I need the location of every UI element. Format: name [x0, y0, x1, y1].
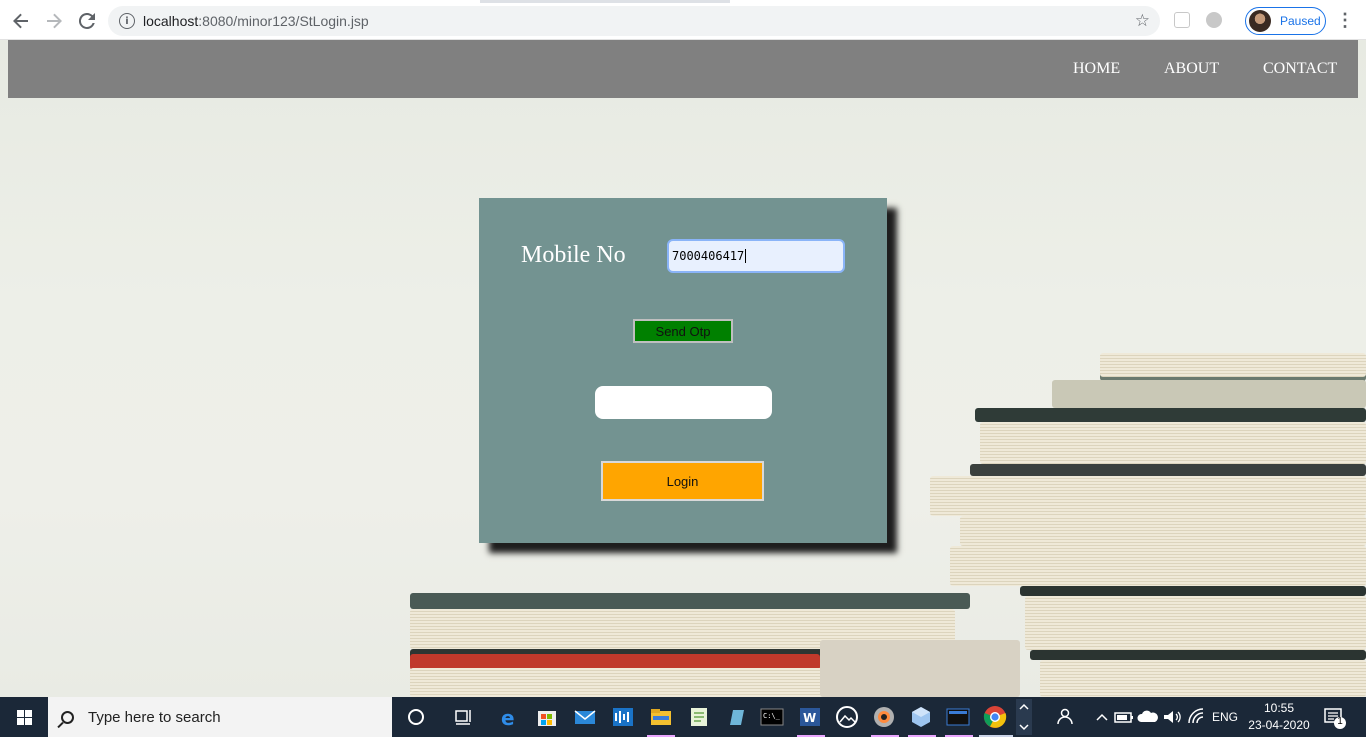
profile-status: Paused: [1280, 14, 1321, 28]
login-button[interactable]: Login: [601, 461, 764, 501]
edge-icon[interactable]: e: [497, 705, 521, 730]
battery-icon[interactable]: [1112, 705, 1136, 729]
login-panel: Mobile No 7000406417 Send Otp Login: [479, 198, 887, 543]
mysql-icon[interactable]: [946, 705, 970, 729]
mobile-no-label: Mobile No: [521, 242, 626, 268]
svg-text:C:\_: C:\_: [763, 712, 781, 720]
site-navbar: HOME ABOUT CONTACT: [8, 40, 1358, 98]
profile-button[interactable]: Paused: [1245, 7, 1326, 35]
onedrive-icon[interactable]: [1136, 705, 1160, 729]
notepad-plus-icon[interactable]: [687, 705, 711, 729]
language-indicator[interactable]: ENG: [1212, 710, 1238, 724]
search-icon: [61, 710, 74, 724]
svg-text:W: W: [803, 711, 816, 725]
wifi-icon[interactable]: [1185, 705, 1209, 729]
cortana-icon[interactable]: [404, 705, 428, 729]
browser-menu-icon[interactable]: ⋮: [1336, 10, 1354, 30]
tab-strip: [480, 0, 730, 3]
extension-icon[interactable]: [1174, 12, 1190, 28]
extension-compass-icon[interactable]: [1206, 12, 1222, 28]
notes-app-icon[interactable]: [725, 705, 749, 729]
taskbar-search-placeholder: Type here to search: [88, 708, 221, 726]
page-viewport: HOME ABOUT CONTACT Mobile No 7000406417 …: [0, 40, 1366, 697]
browser-toolbar: i localhost:8080/minor123/StLogin.jsp ☆ …: [0, 0, 1366, 40]
clock-date[interactable]: 23-04-2020: [1246, 718, 1312, 732]
store-icon[interactable]: [535, 705, 559, 729]
volume-icon[interactable]: [1160, 705, 1184, 729]
media-player-icon[interactable]: [872, 705, 896, 729]
taskbar-search-box[interactable]: Type here to search: [48, 697, 392, 737]
tray-chevron-up-icon[interactable]: [1090, 705, 1114, 729]
otp-input[interactable]: [595, 386, 772, 419]
clock-time[interactable]: 10:55: [1262, 701, 1296, 715]
url-path: :8080/minor123/StLogin.jsp: [198, 13, 369, 29]
file-explorer-icon[interactable]: [649, 705, 673, 729]
taskbar-scroll-icon[interactable]: [1016, 699, 1032, 735]
forward-icon[interactable]: [42, 9, 66, 33]
audio-app-icon[interactable]: [611, 705, 635, 729]
task-view-icon[interactable]: [452, 705, 476, 729]
svg-text:e: e: [501, 706, 515, 729]
address-bar[interactable]: i localhost:8080/minor123/StLogin.jsp ☆: [108, 6, 1160, 36]
nav-home-link[interactable]: HOME: [1073, 60, 1120, 78]
info-icon[interactable]: i: [119, 13, 135, 29]
send-otp-button[interactable]: Send Otp: [633, 319, 733, 343]
mail-icon[interactable]: [573, 705, 597, 729]
chrome-icon[interactable]: [983, 705, 1007, 729]
address-url: localhost:8080/minor123/StLogin.jsp: [143, 13, 369, 29]
bookmark-star-icon[interactable]: ☆: [1135, 11, 1150, 31]
avatar: [1249, 10, 1271, 32]
nav-contact-link[interactable]: CONTACT: [1263, 60, 1337, 78]
windows-taskbar: Type here to search e C:\_ W ENG 10:55 2…: [0, 697, 1366, 737]
notification-icon[interactable]: 1: [1322, 705, 1346, 729]
mobile-no-value: 7000406417: [672, 249, 745, 263]
virtualbox-icon[interactable]: [909, 705, 933, 729]
url-host: localhost: [143, 13, 199, 29]
cmd-icon[interactable]: C:\_: [760, 705, 784, 729]
mobile-no-input[interactable]: 7000406417: [667, 239, 845, 273]
word-icon[interactable]: W: [798, 705, 822, 729]
text-caret: [745, 249, 747, 263]
back-icon[interactable]: [9, 9, 33, 33]
photos-icon[interactable]: [835, 705, 859, 729]
windows-start-icon[interactable]: [0, 697, 48, 737]
nav-about-link[interactable]: ABOUT: [1164, 60, 1219, 78]
reload-icon[interactable]: [75, 9, 99, 33]
people-icon[interactable]: [1052, 705, 1076, 729]
notification-count: 1: [1337, 716, 1343, 727]
